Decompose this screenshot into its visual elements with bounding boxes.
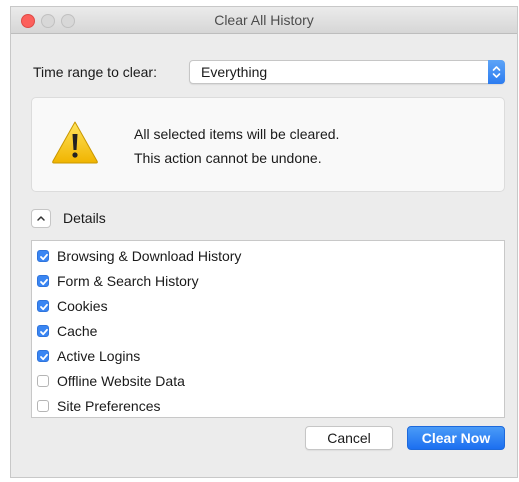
item-label: Site Preferences bbox=[57, 398, 161, 414]
window-title: Clear All History bbox=[214, 12, 314, 28]
cancel-button[interactable]: Cancel bbox=[305, 426, 393, 450]
list-item-site-preferences[interactable]: Site Preferences bbox=[36, 396, 496, 418]
checkmark-icon bbox=[40, 303, 48, 311]
warning-message-line1: All selected items will be cleared. bbox=[134, 126, 340, 142]
checkbox-checked[interactable] bbox=[37, 350, 49, 362]
checkbox-unchecked[interactable] bbox=[37, 375, 49, 387]
checkmark-icon bbox=[40, 253, 48, 261]
time-range-value: Everything bbox=[201, 64, 268, 80]
time-range-select[interactable]: Everything bbox=[189, 60, 505, 84]
list-item-active-logins[interactable]: Active Logins bbox=[36, 346, 496, 368]
item-label: Form & Search History bbox=[57, 273, 199, 289]
updown-chevron-icon bbox=[488, 60, 505, 84]
clear-now-button[interactable]: Clear Now bbox=[407, 426, 505, 450]
checkbox-unchecked[interactable] bbox=[37, 400, 49, 412]
checkbox-checked[interactable] bbox=[37, 300, 49, 312]
details-label: Details bbox=[63, 210, 106, 226]
item-label: Cookies bbox=[57, 298, 108, 314]
list-item-offline-website-data[interactable]: Offline Website Data bbox=[36, 371, 496, 393]
checkbox-checked[interactable] bbox=[37, 325, 49, 337]
list-item-cache[interactable]: Cache bbox=[36, 321, 496, 343]
checkmark-icon bbox=[40, 353, 48, 361]
chevron-up-icon bbox=[37, 216, 45, 221]
item-label: Active Logins bbox=[57, 348, 141, 364]
checkmark-icon bbox=[40, 278, 48, 286]
warning-panel: All selected items will be cleared. This… bbox=[31, 97, 505, 192]
title-bar[interactable]: Clear All History bbox=[11, 7, 517, 34]
history-items-list: Browsing & Download History Form & Searc… bbox=[31, 240, 505, 418]
item-label: Offline Website Data bbox=[57, 373, 185, 389]
time-range-label: Time range to clear: bbox=[33, 64, 157, 80]
checkbox-checked[interactable] bbox=[37, 275, 49, 287]
warning-icon bbox=[51, 120, 99, 169]
checkmark-icon bbox=[40, 328, 48, 336]
dialog-window: Clear All History Time range to clear: E… bbox=[11, 7, 517, 477]
list-item-browsing-download-history[interactable]: Browsing & Download History bbox=[36, 246, 496, 268]
warning-message-line2: This action cannot be undone. bbox=[134, 150, 322, 166]
checkbox-checked[interactable] bbox=[37, 250, 49, 262]
item-label: Browsing & Download History bbox=[57, 248, 242, 264]
list-item-cookies[interactable]: Cookies bbox=[36, 296, 496, 318]
details-toggle-button[interactable] bbox=[31, 209, 51, 228]
list-item-form-search-history[interactable]: Form & Search History bbox=[36, 271, 496, 293]
item-label: Cache bbox=[57, 323, 98, 339]
